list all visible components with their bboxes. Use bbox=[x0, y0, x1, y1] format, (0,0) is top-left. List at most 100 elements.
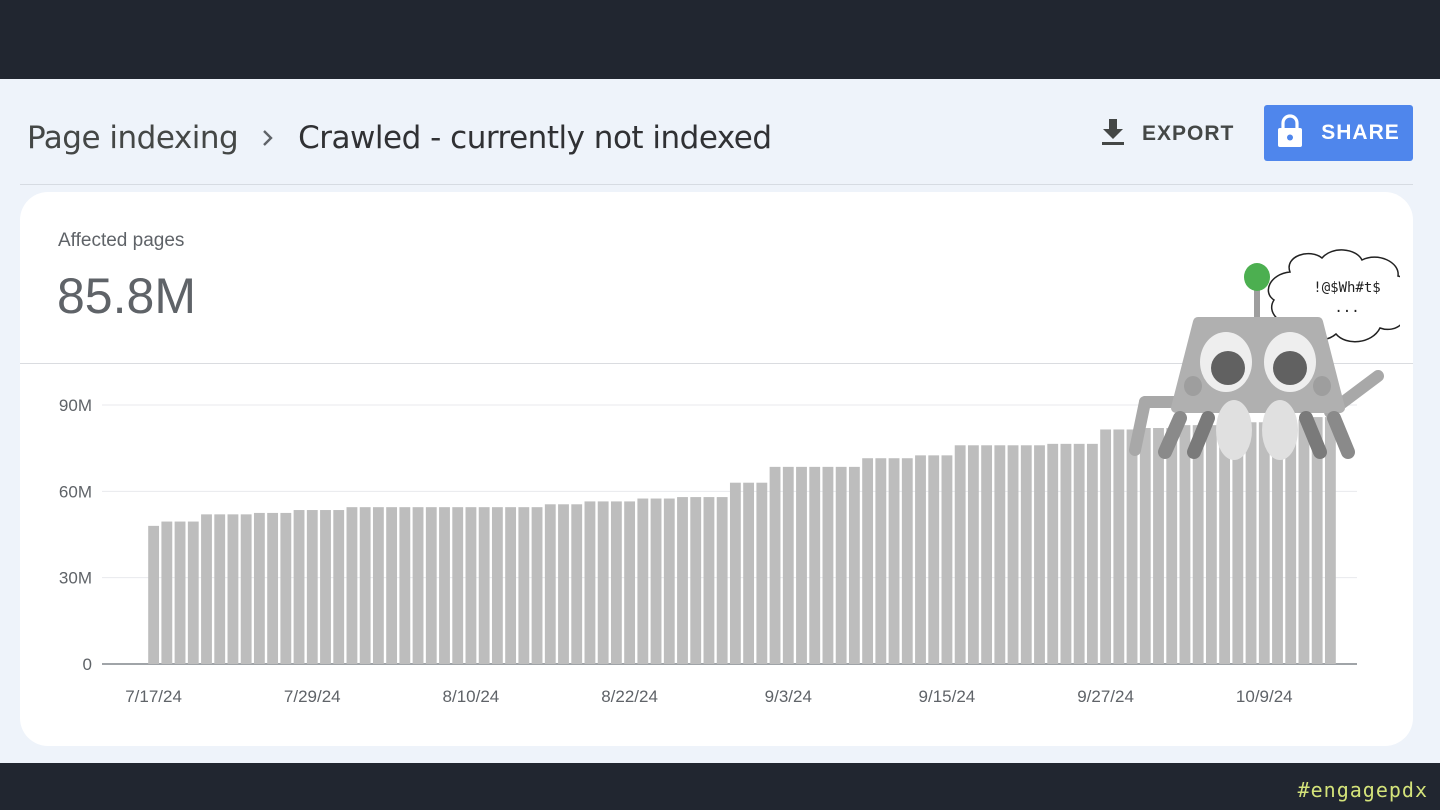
chart-bar bbox=[822, 466, 834, 664]
y-tick-label: 60M bbox=[59, 482, 92, 501]
chart-bar bbox=[148, 525, 160, 664]
chart-bar bbox=[399, 507, 411, 664]
chart-bar bbox=[1034, 445, 1045, 664]
chart-bar bbox=[1073, 443, 1085, 664]
chart-bar bbox=[386, 507, 398, 664]
breadcrumb-page-indexing[interactable]: Page indexing bbox=[27, 120, 239, 156]
chart-bar bbox=[267, 512, 279, 664]
chart-bar bbox=[293, 510, 305, 664]
chart-bar bbox=[372, 507, 384, 664]
chart-bar bbox=[240, 514, 252, 664]
chart-bar bbox=[994, 445, 1006, 664]
chart-bar bbox=[888, 458, 900, 664]
chart-bar bbox=[703, 497, 715, 664]
export-button[interactable]: EXPORT bbox=[1100, 112, 1234, 156]
export-label: EXPORT bbox=[1142, 122, 1235, 145]
chart-bar bbox=[729, 482, 741, 664]
chart-bar bbox=[187, 521, 199, 664]
y-tick-label: 0 bbox=[83, 655, 92, 674]
chart-bar bbox=[1020, 445, 1032, 664]
chart-bar bbox=[425, 507, 437, 664]
chart-bar bbox=[227, 514, 239, 664]
chart-bar bbox=[253, 512, 265, 664]
chart-bar bbox=[690, 497, 702, 664]
chart-bar bbox=[161, 521, 173, 664]
chart-bar bbox=[624, 501, 636, 664]
chart-bar bbox=[465, 507, 477, 664]
chart-bar bbox=[1007, 445, 1019, 664]
chart-bar bbox=[174, 521, 186, 664]
chart-bar bbox=[835, 466, 847, 664]
chart-bar bbox=[981, 445, 993, 664]
thought-bubble-text: !@$Wh#t$ ... bbox=[1297, 278, 1397, 318]
chart-bar bbox=[452, 507, 464, 664]
chart-bar bbox=[412, 507, 424, 664]
chart-bar bbox=[558, 504, 569, 664]
chart-bar bbox=[1086, 443, 1098, 664]
chart-bar bbox=[359, 507, 371, 664]
chart-bar bbox=[809, 466, 821, 664]
chevron-right-icon bbox=[248, 126, 288, 150]
chart-bar bbox=[597, 501, 609, 664]
chart-bar bbox=[769, 466, 781, 664]
chart-bar bbox=[346, 507, 358, 664]
chart-bar bbox=[544, 504, 556, 664]
x-tick-label: 7/17/24 bbox=[125, 687, 182, 706]
download-icon bbox=[1100, 117, 1126, 152]
chart-bar bbox=[571, 504, 583, 664]
y-tick-label: 30M bbox=[59, 569, 92, 588]
speech-line-2: ... bbox=[1334, 300, 1360, 316]
page-title: Crawled - currently not indexed bbox=[298, 120, 772, 156]
lock-icon bbox=[1277, 113, 1303, 153]
chart-bar bbox=[1047, 443, 1059, 664]
chart-bar bbox=[848, 466, 860, 664]
chart-bar bbox=[967, 445, 979, 664]
x-tick-label: 9/3/24 bbox=[765, 687, 812, 706]
chart-bar bbox=[333, 510, 345, 664]
chart-bar bbox=[320, 510, 331, 664]
chart-bar bbox=[796, 466, 807, 664]
chart-bar bbox=[584, 501, 596, 664]
chart-bar bbox=[862, 458, 874, 664]
share-button[interactable]: SHARE bbox=[1264, 105, 1413, 161]
event-hashtag: #engagepdx bbox=[1297, 778, 1428, 802]
chart-bar bbox=[201, 514, 212, 664]
x-tick-label: 8/22/24 bbox=[601, 687, 658, 706]
chart-bar bbox=[677, 497, 688, 664]
chart-bar bbox=[928, 455, 940, 664]
chart-bar bbox=[1060, 443, 1072, 664]
chart-bar bbox=[875, 458, 887, 664]
x-tick-label: 7/29/24 bbox=[284, 687, 341, 706]
header-divider bbox=[20, 184, 1413, 185]
chart-bar bbox=[756, 482, 768, 664]
chart-bar bbox=[280, 512, 292, 664]
chart-bar bbox=[915, 455, 926, 664]
chart-bar bbox=[650, 498, 662, 664]
x-tick-label: 9/27/24 bbox=[1077, 687, 1134, 706]
robot-mascot-illustration bbox=[1129, 249, 1400, 460]
x-tick-label: 8/10/24 bbox=[443, 687, 500, 706]
breadcrumb: Page indexing Crawled - currently not in… bbox=[27, 118, 772, 158]
chart-bar bbox=[439, 507, 450, 664]
chart-bar bbox=[901, 458, 913, 664]
chart-bar bbox=[716, 497, 728, 664]
chart-bar bbox=[954, 445, 966, 664]
chart-bar bbox=[663, 498, 675, 664]
chart-bar bbox=[505, 507, 517, 664]
chart-bar bbox=[214, 514, 226, 664]
x-tick-label: 10/9/24 bbox=[1236, 687, 1293, 706]
chart-bar bbox=[610, 501, 622, 664]
y-tick-label: 90M bbox=[59, 396, 92, 415]
speech-line-1: !@$Wh#t$ bbox=[1313, 280, 1381, 296]
chart-bar bbox=[782, 466, 794, 664]
chart-bar bbox=[743, 482, 755, 664]
chart-bar bbox=[941, 455, 953, 664]
chart-bar bbox=[306, 510, 318, 664]
chart-bar bbox=[637, 498, 649, 664]
chart-bar bbox=[478, 507, 490, 664]
x-tick-label: 9/15/24 bbox=[919, 687, 976, 706]
chart-bar bbox=[531, 507, 543, 664]
share-label: SHARE bbox=[1321, 121, 1400, 144]
chart-bar bbox=[491, 507, 503, 664]
chart-bar bbox=[518, 507, 530, 664]
